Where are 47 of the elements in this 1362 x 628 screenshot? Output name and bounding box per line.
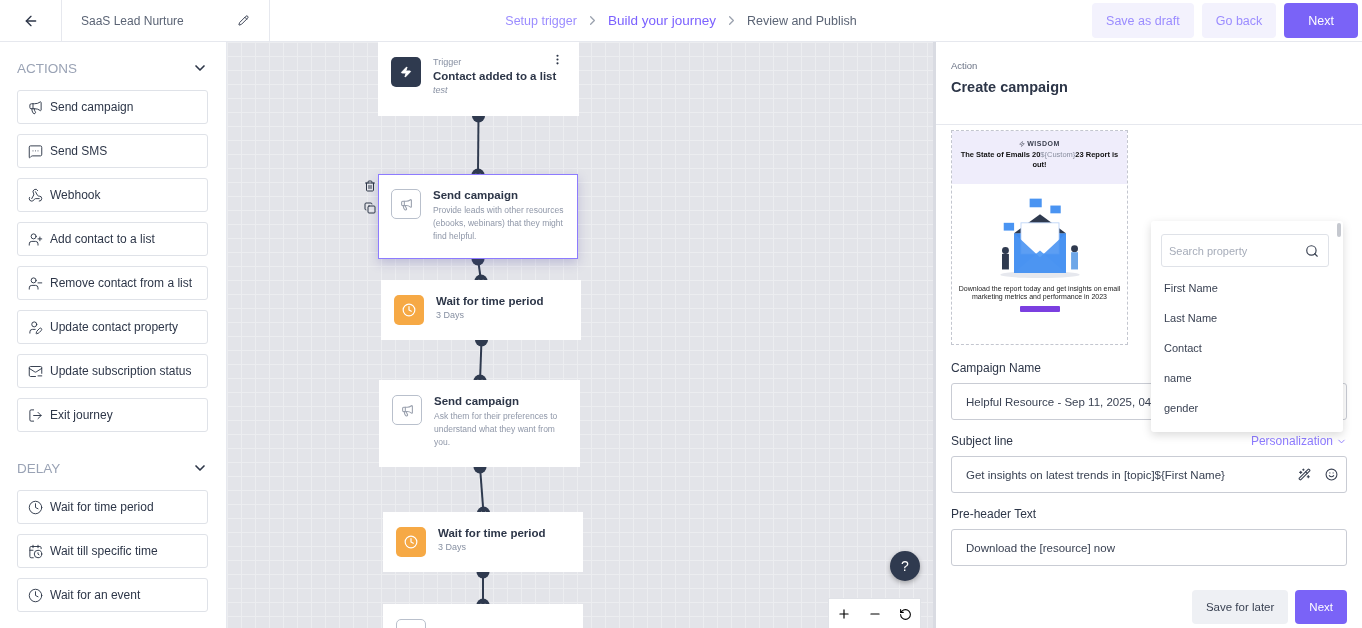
node-subtitle: test xyxy=(433,85,449,95)
action-item[interactable]: Webhook xyxy=(17,178,208,212)
help-button[interactable]: ? xyxy=(890,551,920,581)
node-title: Send campaign xyxy=(433,189,519,201)
dropdown-option[interactable]: Contact xyxy=(1161,333,1329,363)
dropdown-option[interactable]: First Name xyxy=(1161,273,1329,303)
breadcrumb-step[interactable]: Review and Publish xyxy=(746,13,857,28)
next-button[interactable]: Next xyxy=(1295,590,1347,624)
save-for-later-button[interactable]: Save for later xyxy=(1191,590,1289,624)
field-label: Subject line xyxy=(951,434,1014,448)
action-item[interactable]: Send campaign xyxy=(17,90,208,124)
journey-node[interactable]: Send campaign Provide leads with other resources (ebooks, webinars) that they might find helpful. xyxy=(378,174,578,259)
action-item[interactable]: Send SMS xyxy=(17,134,208,168)
node-title: Contact added to a list xyxy=(433,70,557,82)
text-field[interactable]: Download the [resource] now xyxy=(951,529,1347,566)
node-title: Send campaign xyxy=(434,395,520,407)
panel-eyebrow: Action xyxy=(951,60,979,71)
journey-node[interactable]: Trigger Contact added to a list test xyxy=(378,42,579,116)
node-title: Wait for time period xyxy=(438,527,546,539)
node-description: Ask them for their preferences to understand what they want from you. xyxy=(434,410,559,449)
action-item[interactable]: Wait for an event xyxy=(17,578,208,612)
dropdown-option[interactable]: Last Name xyxy=(1161,303,1329,333)
next-button[interactable]: Next xyxy=(1284,3,1358,38)
node-description: Provide leads with other resources (ebooks, webinars) that they might find helpful. xyxy=(433,204,565,243)
action-item[interactable]: Exit journey xyxy=(17,398,208,432)
field-label: Pre-header Text xyxy=(951,507,1037,521)
journey-title: SaaS Lead Nurture xyxy=(81,13,184,28)
panel-title: Create campaign xyxy=(951,79,1069,95)
action-item[interactable]: Wait till specific time xyxy=(17,534,208,568)
action-item[interactable]: Update subscription status xyxy=(17,354,208,388)
text-field[interactable]: Get insights on latest trends in [topic]${First Name} xyxy=(951,456,1347,493)
action-item[interactable]: Update contact property xyxy=(17,310,208,344)
journey-node[interactable]: Wait for time period 3 Days xyxy=(381,280,581,340)
node-eyebrow: Trigger xyxy=(433,57,463,67)
journey-node[interactable]: Wait for time period 3 Days xyxy=(383,512,583,572)
field-label: Campaign Name xyxy=(951,361,1042,375)
action-item[interactable]: Add contact to a list xyxy=(17,222,208,256)
node-subtitle: 3 Days xyxy=(438,542,467,552)
action-item[interactable]: Remove contact from a list xyxy=(17,266,208,300)
node-subtitle: 3 Days xyxy=(436,310,465,320)
journey-node[interactable]: Send campaign Ask them for their preferences to understand what they want from you. xyxy=(379,380,580,467)
action-item[interactable]: Wait for time period xyxy=(17,490,208,524)
section-title: ACTIONS xyxy=(17,60,77,76)
section-title: DELAY xyxy=(17,460,61,476)
breadcrumb-step[interactable]: Build your journey xyxy=(607,13,716,28)
dropdown-option[interactable]: gender xyxy=(1161,393,1329,423)
node-title: Wait for time period xyxy=(436,295,544,307)
